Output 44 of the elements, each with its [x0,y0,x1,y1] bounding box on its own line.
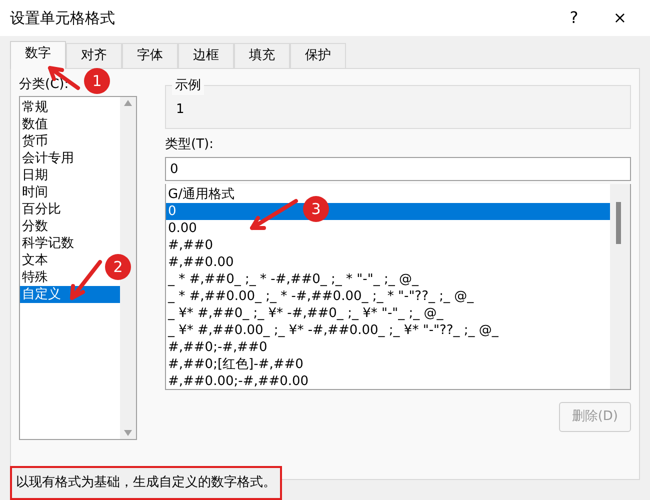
format-item[interactable]: #,##0 [166,237,214,254]
category-item[interactable]: 科学记数 [20,235,74,252]
scrollbar[interactable] [610,184,630,389]
category-item[interactable]: 日期 [20,167,48,184]
tab[interactable]: 保护 [290,43,346,68]
format-item[interactable]: #,##0.00;-#,##0.00 [166,373,309,389]
hint-text: 以现有格式为基础，生成自定义的数字格式。 [10,466,282,500]
category-item[interactable]: 自定义 [20,286,120,303]
format-item[interactable]: G/通用格式 [166,186,234,203]
format-item[interactable]: #,##0;-#,##0 [166,339,268,356]
tab[interactable]: 填充 [234,43,290,68]
category-item[interactable]: 货币 [20,133,48,150]
category-item[interactable]: 特殊 [20,269,48,286]
sample-label: 示例 [172,76,204,95]
category-item[interactable]: 百分比 [20,201,61,218]
tab[interactable]: 对齐 [66,43,122,68]
window-title: 设置单元格格式 [10,8,115,29]
format-item[interactable]: _ * #,##0.00_ ;_ * -#,##0.00_ ;_ * "-"??_ ;_ @_ [166,288,474,305]
scroll-down-icon[interactable] [124,430,132,436]
format-item[interactable]: #,##0;[红色]-#,##0 [166,356,304,373]
format-item[interactable]: #,##0.00 [166,254,234,271]
arrow-icon [47,65,81,91]
format-item[interactable]: _ * #,##0_ ;_ * -#,##0_ ;_ * "-"_ ;_ @_ [166,271,418,288]
arrow-icon [249,198,299,231]
sample-value: 1 [176,102,184,116]
category-item[interactable]: 会计专用 [20,150,74,167]
category-item[interactable]: 文本 [20,252,48,269]
category-item[interactable]: 时间 [20,184,48,201]
type-label: 类型(T): [165,136,214,154]
tab[interactable]: 数字 [10,41,66,68]
scroll-up-icon[interactable] [124,100,132,106]
format-item[interactable]: 0.00 [166,220,197,237]
tab[interactable]: 字体 [122,43,178,68]
scrollbar[interactable] [120,97,136,439]
format-item[interactable]: _ ¥* #,##0.00_ ;_ ¥* -#,##0.00_ ;_ ¥* "-"??_ ;_ @_ [166,322,498,339]
type-input-field[interactable]: 0 [165,157,631,181]
arrow-icon [69,259,103,301]
category-item[interactable]: 数值 [20,116,48,133]
category-item[interactable]: 常规 [20,99,48,116]
help-button[interactable]: ? [554,6,594,30]
category-item[interactable]: 分数 [20,218,48,235]
tab[interactable]: 边框 [178,43,234,68]
close-button[interactable]: × [600,6,640,30]
format-item[interactable]: _ ¥* #,##0_ ;_ ¥* -#,##0_ ;_ ¥* "-"_ ;_ @_ [166,305,444,322]
